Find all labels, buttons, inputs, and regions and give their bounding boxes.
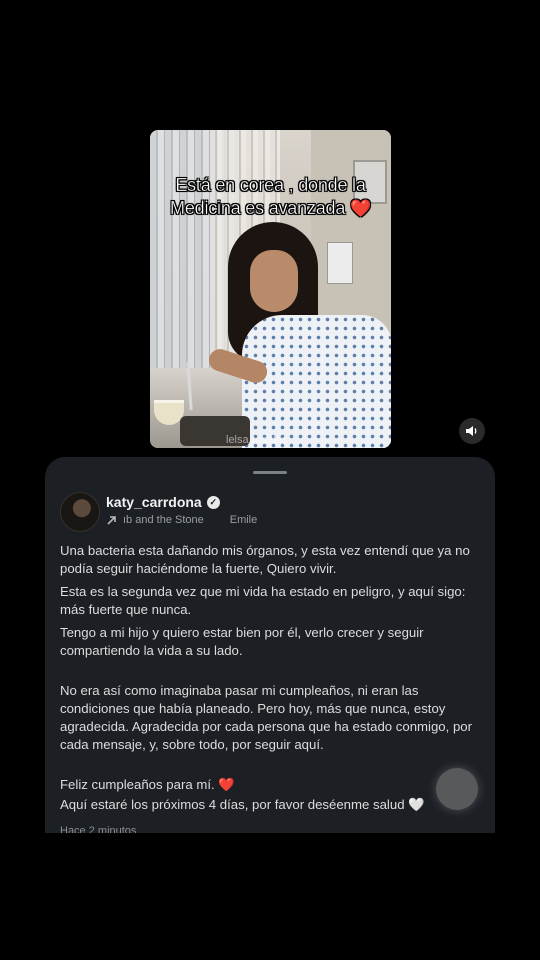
heart-emoji-icon: ❤️ — [218, 777, 235, 792]
post-author[interactable]: katy_carrdona ✓ — [106, 494, 220, 510]
username[interactable]: katy_carrdona — [106, 494, 202, 510]
video-frame-person-face — [250, 250, 298, 312]
birthday-text: Feliz cumpleaños para mí. — [60, 777, 215, 792]
post-paragraph: Una bacteria esta dañando mis órganos, y… — [60, 543, 470, 576]
heart-emoji-icon: ❤️ — [349, 199, 371, 218]
verified-check-icon: ✓ — [206, 495, 220, 509]
video-watermark: lelsa.rosales — [226, 434, 288, 446]
video-caption-line-1: Está en corea , donde la — [175, 175, 366, 195]
video-caption: Está en corea , donde la Medicina es ava… — [150, 174, 391, 220]
avatar[interactable] — [60, 492, 100, 532]
sheet-drag-handle[interactable] — [253, 471, 287, 474]
music-attribution[interactable]: ıb and the Stone Emile — [106, 514, 257, 526]
post-paragraph: Tengo a mi hijo y quiero estar bien por … — [60, 625, 424, 658]
post-paragraph: Esta es la segunda vez que mi vida ha es… — [60, 584, 466, 617]
post-sheet: katy_carrdona ✓ ıb and the Stone Emile U… — [45, 457, 495, 833]
volume-button[interactable] — [459, 418, 485, 444]
post-paragraph-closing: Aquí estaré los próximos 4 días, por fav… — [60, 796, 485, 814]
video-caption-line-2-text: Medicina es avanzada — [170, 198, 346, 218]
post-text: Una bacteria esta dañando mis órganos, y… — [60, 542, 485, 819]
speaker-icon — [466, 426, 477, 436]
arrow-up-right-icon — [107, 515, 116, 525]
like-button[interactable] — [436, 768, 478, 810]
post-timestamp: Hace 2 minutos — [60, 825, 137, 833]
post-paragraph-birthday: Feliz cumpleaños para mí. ❤️ — [60, 776, 485, 794]
post-paragraph: No era así como imaginaba pasar mi cumpl… — [60, 683, 473, 752]
video-caption-line-2: Medicina es avanzada ❤️ — [150, 197, 391, 220]
music-track: ıb and the Stone — [123, 514, 204, 526]
white-heart-emoji-icon: 🤍 — [408, 797, 425, 812]
music-artist: Emile — [229, 514, 258, 526]
video-frame-calendar — [327, 242, 353, 284]
video-player[interactable]: Está en corea , donde la Medicina es ava… — [150, 130, 391, 448]
closing-text: Aquí estaré los próximos 4 días, por fav… — [60, 797, 405, 812]
video-frame-hospital-gown — [242, 315, 391, 448]
